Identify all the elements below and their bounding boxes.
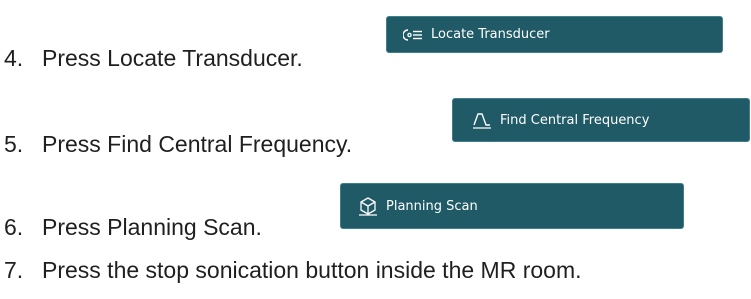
frequency-wave-icon <box>472 111 492 129</box>
step-7: 7. Press the stop sonication button insid… <box>4 256 582 284</box>
step-number: 5. <box>4 131 24 157</box>
step-text: Press Find Central Frequency. <box>42 131 353 157</box>
step-text: Press Locate Transducer. <box>42 45 303 71</box>
planning-scan-label: Planning Scan <box>386 198 478 214</box>
step-6: 6. Press Planning Scan. <box>4 213 262 241</box>
planning-scan-button[interactable]: Planning Scan <box>340 183 684 229</box>
step-4: 4. Press Locate Transducer. <box>4 44 303 72</box>
find-central-frequency-button[interactable]: Find Central Frequency <box>452 98 750 142</box>
step-number: 4. <box>4 45 24 71</box>
planning-scan-icon <box>358 196 378 216</box>
find-central-frequency-label: Find Central Frequency <box>500 112 650 128</box>
step-text: Press Planning Scan. <box>42 214 262 240</box>
step-5: 5. Press Find Central Frequency. <box>4 130 352 158</box>
locate-transducer-icon <box>403 28 423 42</box>
step-number: 6. <box>4 214 24 240</box>
locate-transducer-button[interactable]: Locate Transducer <box>386 16 723 53</box>
locate-transducer-label: Locate Transducer <box>431 27 550 42</box>
step-number: 7. <box>4 257 24 283</box>
step-text: Press the stop sonication button inside … <box>42 257 582 283</box>
